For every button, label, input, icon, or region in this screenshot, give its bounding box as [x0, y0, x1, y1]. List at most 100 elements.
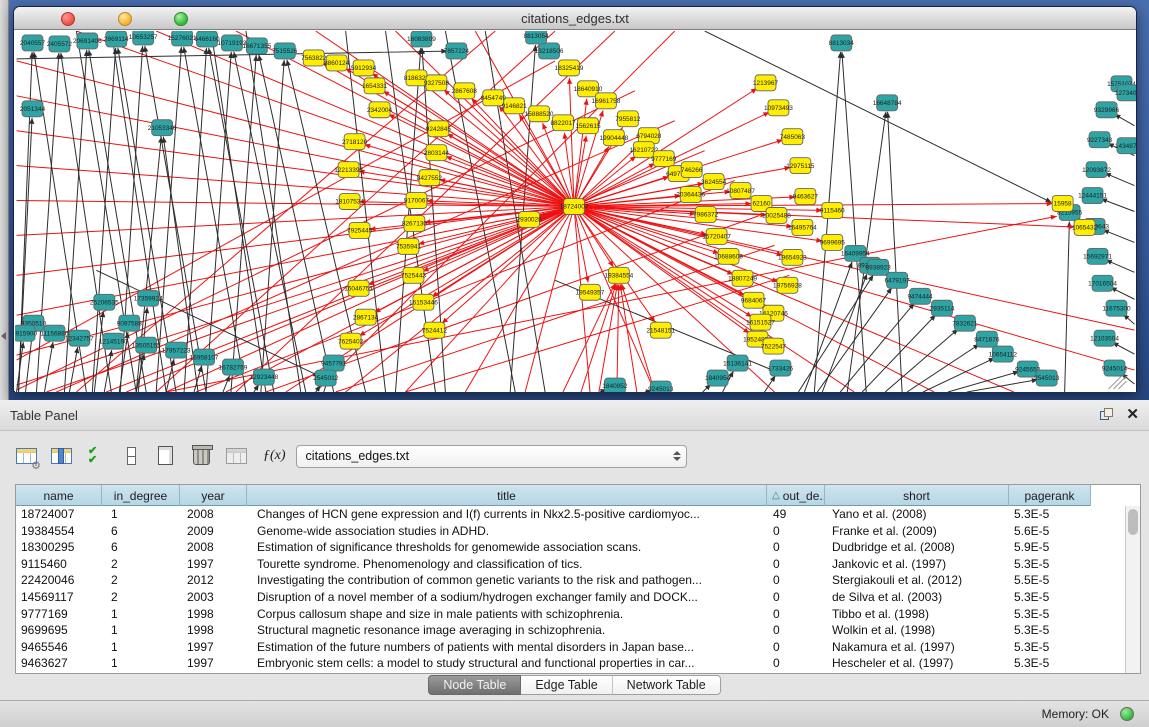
select-columns-icon[interactable] [49, 443, 75, 469]
cell-in_degree: 1 [102, 506, 180, 523]
graph-node-label: 16495764 [788, 225, 817, 232]
table-row[interactable]: 969969511998Structural magnetic resonanc… [16, 622, 1140, 639]
new-table-icon[interactable] [154, 443, 180, 469]
graph-node-label: 7857224 [444, 48, 470, 55]
cell-out_de: 0 [767, 523, 825, 540]
tab-network-table[interactable]: Network Table [613, 675, 721, 695]
node-table: namein_degreeyeartitle△out_de...shortpag… [15, 484, 1141, 674]
network-select-dropdown[interactable]: citations_edges.txt [296, 445, 687, 468]
cell-title: Investigating the contribution of common… [247, 572, 767, 589]
graph-node-label: 746266 [681, 167, 703, 174]
delete-table-icon[interactable] [189, 443, 215, 469]
graph-node-label: 20691406 [73, 38, 102, 45]
table-row[interactable]: 911546021997Tourette syndrome. Phenomeno… [16, 556, 1140, 573]
scrollbar-thumb[interactable] [1128, 509, 1138, 535]
table-tab-switcher: Node TableEdge TableNetwork Table [0, 675, 1149, 695]
column-header-title[interactable]: title [247, 485, 767, 506]
column-header-out_de[interactable]: △out_de... [767, 485, 825, 506]
function-builder-icon[interactable]: ƒ(x) [263, 448, 286, 464]
graph-node-label: 15720407 [702, 234, 731, 241]
left-splitter[interactable] [0, 0, 9, 400]
graph-node-label: 8471676 [974, 336, 1000, 343]
graph-node-label: 8860124 [324, 60, 350, 67]
graph-node-label: 2545013 [1034, 375, 1060, 382]
network-window-titlebar[interactable]: citations_edges.txt [14, 7, 1136, 30]
network-window[interactable]: citations_edges.txt 18724007204055724055… [13, 6, 1137, 392]
graph-node-label: 2869114 [104, 36, 129, 43]
cell-year: 1998 [180, 622, 247, 639]
float-panel-icon[interactable] [1100, 408, 1115, 423]
splitter-collapse-icon[interactable] [1, 332, 6, 340]
graph-node-label: 2040557 [20, 40, 46, 47]
graph-node-label: 18640910 [574, 86, 603, 93]
graph-node-label: 12975115 [786, 163, 815, 170]
cell-pagerank: 5.6E-5 [1009, 523, 1091, 540]
cell-year: 2012 [180, 572, 247, 589]
cell-short: Nakamura et al. (1997) [825, 639, 1009, 656]
table-row[interactable]: 946554611997Estimation of the future num… [16, 639, 1140, 656]
table-row[interactable]: 946362711997Embryonic stem cells: a mode… [16, 655, 1140, 672]
citation-network-graph[interactable]: 1872400720405572405572206914062869114106… [15, 31, 1136, 392]
cell-out_de: 0 [767, 589, 825, 606]
table-settings-icon[interactable]: ⚙ [14, 443, 40, 469]
column-header-year[interactable]: year [180, 485, 247, 506]
graph-node-label: 9327508 [424, 80, 450, 87]
minimize-window-icon[interactable] [118, 12, 132, 26]
cell-pagerank: 5.3E-5 [1009, 655, 1091, 672]
column-header-in_degree[interactable]: in_degree [102, 485, 180, 506]
graph-node-label: 12923448 [249, 374, 278, 381]
close-window-icon[interactable] [61, 12, 75, 26]
column-header-short[interactable]: short [825, 485, 1009, 506]
graph-node-label: 19756928 [773, 282, 802, 289]
graph-node-label: 15888520 [525, 111, 554, 118]
table-row[interactable]: 1872400712008Changes of HCN gene express… [16, 506, 1140, 523]
network-canvas[interactable]: 1872400720405572405572206914062869114106… [15, 31, 1136, 392]
dropdown-stepper-icon[interactable] [668, 446, 686, 467]
table-row[interactable]: 977716911998Corpus callosum shape and si… [16, 606, 1140, 623]
row-height-icon[interactable] [119, 443, 145, 469]
graph-node-label: 10653257 [129, 34, 158, 41]
select-all-rows-icon[interactable]: ✔✔ [84, 443, 110, 469]
cell-out_de: 0 [767, 622, 825, 639]
cytoscape-app: citations_edges.txt 18724007204055724055… [0, 0, 1149, 727]
close-panel-icon[interactable]: ✕ [1126, 406, 1139, 424]
table-row[interactable]: 1830029562008Estimation of significance … [16, 539, 1140, 556]
graph-node-label: 16083809 [407, 36, 436, 43]
table-row[interactable]: 2242004622012Investigating the contribut… [16, 572, 1140, 589]
graph-node-label: 2935114 [930, 305, 955, 312]
cell-year: 1998 [180, 606, 247, 623]
graph-node-label: 15958 [1054, 201, 1072, 208]
cell-out_de: 0 [767, 556, 825, 573]
table-row[interactable]: 1938455462009Genome-wide association stu… [16, 523, 1140, 540]
graph-node-label: 9146821 [502, 103, 528, 110]
graph-node-label: 2930028 [517, 217, 543, 224]
graph-node-label: 9245014 [1102, 365, 1128, 372]
graph-node-label: 10807487 [726, 188, 755, 195]
graph-node-label: 12145190 [99, 338, 128, 345]
cell-name: 18300295 [16, 539, 102, 556]
graph-node-label: 10688609 [714, 254, 743, 261]
column-header-pagerank[interactable]: pagerank [1009, 485, 1091, 506]
cell-short: Stergiakouli et al. (2012) [825, 572, 1009, 589]
cell-out_de: 0 [767, 655, 825, 672]
graph-node-label: 7625402 [338, 338, 364, 345]
cell-pagerank: 5.3E-5 [1009, 622, 1091, 639]
graph-node-label: 16958107 [190, 354, 219, 361]
graph-node-label: 9777169 [651, 156, 677, 163]
graph-node-label: 7485063 [780, 134, 806, 141]
column-header-name[interactable]: name [16, 485, 102, 506]
graph-node-label: 17016504 [1088, 280, 1117, 287]
graph-node-label: 18107534 [335, 199, 364, 206]
graph-node-label: 12093872 [1082, 167, 1111, 174]
vertical-scrollbar[interactable] [1125, 506, 1140, 673]
graph-node-label: 19549357 [576, 289, 605, 296]
table-row[interactable]: 1456911722003Disruption of a novel membe… [16, 589, 1140, 606]
tab-edge-table[interactable]: Edge Table [521, 675, 612, 695]
tab-node-table[interactable]: Node Table [428, 675, 521, 695]
cell-out_de: 0 [767, 572, 825, 589]
zoom-window-icon[interactable] [174, 12, 188, 26]
graph-node-label: 1213967 [753, 80, 779, 87]
cell-out_de: 0 [767, 639, 825, 656]
column-header-filler [1091, 485, 1140, 506]
graph-node-label: 18807249 [728, 276, 757, 283]
